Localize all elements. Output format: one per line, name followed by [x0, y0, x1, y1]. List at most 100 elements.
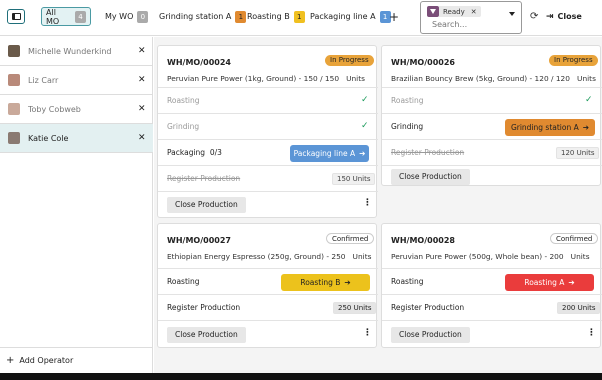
- remove-operator-icon[interactable]: ✕: [138, 75, 146, 85]
- workcenter-button[interactable]: Grinding station A ➔: [505, 119, 595, 136]
- more-options-icon[interactable]: ⋮: [587, 328, 596, 338]
- quantity-badge: 200 Units: [557, 302, 601, 314]
- workcenter-button-label: Roasting A: [524, 278, 565, 287]
- workcenter-count: 1: [293, 10, 305, 23]
- workorder-row[interactable]: Roasting ✓: [382, 87, 602, 113]
- search-box[interactable]: Ready ✕: [420, 1, 522, 34]
- plus-icon: +: [389, 9, 400, 24]
- sidebar-toggle-button[interactable]: [7, 9, 25, 24]
- facet-label: Ready: [443, 7, 465, 16]
- workcenter-button-label: Packaging line A: [293, 149, 356, 158]
- status-badge: In Progress: [549, 55, 598, 66]
- mo-card: WH/MO/00027 Confirmed Ethiopian Energy E…: [157, 223, 378, 348]
- arrow-right-icon: ➔: [568, 278, 575, 287]
- arrow-right-icon: ➔: [344, 278, 351, 287]
- search-dropdown-toggle-icon[interactable]: [509, 12, 515, 16]
- top-bar: All MO 4 My WO 0 Grinding station A 1 Ro…: [0, 0, 602, 36]
- status-badge: Confirmed: [326, 233, 375, 244]
- card-footer: Close Production ⋮: [158, 191, 378, 219]
- workcenter-grinding-station-a[interactable]: Grinding station A 1: [159, 7, 247, 26]
- mo-reference[interactable]: WH/MO/00027: [167, 236, 231, 245]
- product-line: Ethiopian Energy Espresso (250g, Ground)…: [167, 252, 372, 261]
- filter-all-mo[interactable]: All MO 4: [41, 7, 91, 26]
- workcenter-button[interactable]: Roasting A ➔: [505, 274, 594, 291]
- workorder-label: Roasting: [167, 277, 200, 286]
- workorder-row[interactable]: Grinding Grinding station A ➔: [382, 113, 602, 139]
- mo-reference[interactable]: WH/MO/00026: [391, 58, 455, 67]
- all-mo-label: All MO: [46, 7, 60, 26]
- product-line: Brazilian Bouncy Brew (5kg, Ground) - 12…: [391, 74, 596, 83]
- mo-reference[interactable]: WH/MO/00024: [167, 58, 231, 67]
- workcenter-button[interactable]: Roasting B ➔: [281, 274, 370, 291]
- operator-item[interactable]: Katie Cole ✕: [0, 124, 153, 153]
- search-facet[interactable]: Ready ✕: [439, 6, 481, 17]
- check-icon: ✓: [361, 121, 369, 131]
- operator-item[interactable]: Toby Cobweb ✕: [0, 95, 153, 124]
- register-production-label: Register Production: [167, 174, 241, 183]
- my-wo-count: 0: [137, 10, 149, 23]
- register-production-row[interactable]: Register Production 120 Units: [382, 139, 602, 165]
- arrow-right-icon: ➔: [359, 149, 366, 158]
- workorder-board: WH/MO/00024 In Progress Peruvian Pure Po…: [154, 37, 602, 373]
- operator-sidebar: Michelle Wunderkind ✕ Liz Carr ✕ Toby Co…: [0, 37, 153, 373]
- quantity-badge: 250 Units: [333, 302, 377, 314]
- register-production-row[interactable]: Register Production 250 Units: [158, 294, 378, 320]
- operator-item[interactable]: Michelle Wunderkind ✕: [0, 37, 153, 66]
- workcenter-button-label: Grinding station A: [510, 123, 579, 132]
- refresh-icon[interactable]: ⟳: [530, 11, 538, 22]
- close-production-button[interactable]: Close Production: [391, 327, 470, 343]
- close-production-button[interactable]: Close Production: [167, 197, 246, 213]
- workorder-row[interactable]: Roasting ✓: [158, 87, 378, 113]
- operator-name: Liz Carr: [28, 75, 59, 85]
- avatar: [8, 45, 20, 57]
- add-operator-button[interactable]: + Add Operator: [0, 347, 153, 373]
- workorder-label: Roasting: [167, 96, 200, 105]
- mo-card: WH/MO/00028 Confirmed Peruvian Pure Powe…: [381, 223, 602, 349]
- filter-my-wo[interactable]: My WO 0: [105, 7, 149, 26]
- workorder-row[interactable]: Roasting Roasting A ➔: [382, 268, 602, 294]
- add-operator-label: Add Operator: [19, 356, 74, 365]
- register-production-row[interactable]: Register Production 200 Units: [382, 294, 602, 320]
- workorder-row[interactable]: Packaging 0/3 Packaging line A ➔: [158, 139, 378, 165]
- close-button[interactable]: ⇥ Close: [546, 9, 582, 24]
- remove-operator-icon[interactable]: ✕: [138, 104, 146, 114]
- sidebar-panel-icon: [11, 13, 21, 20]
- card-footer: Close Production ⋮: [382, 320, 602, 349]
- product-line: Peruvian Pure Power (1kg, Ground) - 150 …: [167, 74, 365, 83]
- register-production-label: Register Production: [391, 148, 465, 157]
- search-input[interactable]: [432, 20, 512, 29]
- workcenter-roasting-b[interactable]: Roasting B 1: [247, 7, 305, 26]
- quantity-badge: 150 Units: [332, 173, 376, 185]
- more-options-icon[interactable]: ⋮: [363, 198, 372, 208]
- remove-operator-icon[interactable]: ✕: [138, 46, 146, 56]
- workcenter-label: Packaging line A: [310, 12, 376, 21]
- avatar: [8, 132, 20, 144]
- add-workcenter-button[interactable]: +: [389, 7, 399, 26]
- workorder-label: Roasting: [391, 277, 424, 286]
- operator-item[interactable]: Liz Carr ✕: [0, 66, 153, 95]
- workcenter-label: Roasting B: [247, 12, 290, 21]
- workorder-row[interactable]: Roasting Roasting B ➔: [158, 268, 378, 294]
- plus-icon: +: [6, 355, 15, 366]
- more-options-icon[interactable]: ⋮: [363, 328, 372, 338]
- mo-reference[interactable]: WH/MO/00028: [391, 236, 455, 245]
- close-production-button[interactable]: Close Production: [391, 169, 470, 185]
- close-label: Close: [557, 12, 582, 21]
- operator-name: Toby Cobweb: [28, 104, 81, 114]
- workorder-label: Grinding: [167, 122, 200, 131]
- workcenter-packaging-line-a[interactable]: Packaging line A 1: [310, 7, 391, 26]
- sign-out-icon: ⇥: [546, 11, 554, 22]
- card-footer: Close Production: [382, 165, 602, 187]
- register-production-row[interactable]: Register Production 150 Units: [158, 165, 378, 191]
- operator-name: Katie Cole: [28, 133, 69, 143]
- close-production-button[interactable]: Close Production: [167, 327, 246, 343]
- status-badge: Confirmed: [550, 233, 599, 244]
- workcenter-button[interactable]: Packaging line A ➔: [290, 145, 369, 162]
- workorder-row[interactable]: Grinding ✓: [158, 113, 378, 139]
- check-icon: ✓: [361, 95, 369, 105]
- workorder-label: Grinding: [391, 122, 424, 131]
- remove-facet-icon[interactable]: ✕: [471, 8, 477, 16]
- mo-card: WH/MO/00024 In Progress Peruvian Pure Po…: [157, 45, 378, 219]
- filter-icon: [427, 6, 439, 17]
- remove-operator-icon[interactable]: ✕: [138, 133, 146, 143]
